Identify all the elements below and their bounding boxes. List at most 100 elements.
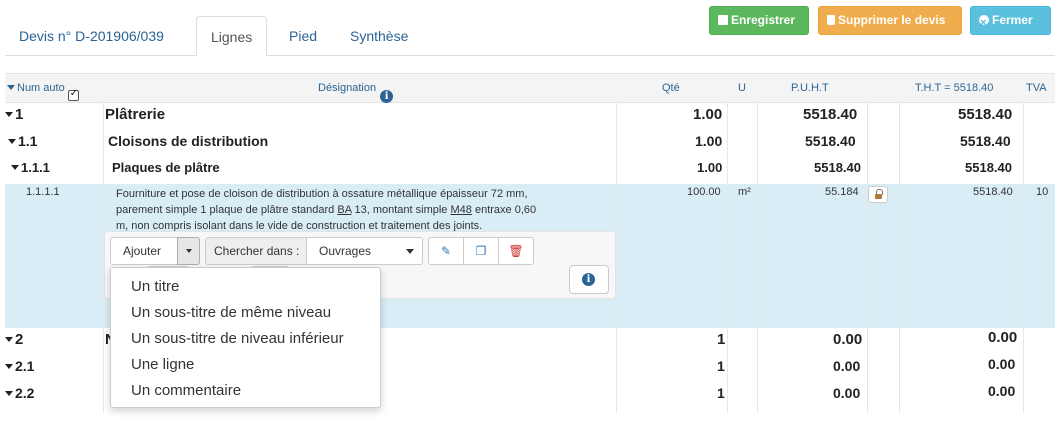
- table-row[interactable]: 1.1.1 Plaques de plâtre 1.00 5518.40 551…: [5, 158, 1055, 184]
- search-in-label: Chercher dans :: [205, 237, 307, 265]
- close-button-label: Fermer: [992, 13, 1033, 27]
- row-number[interactable]: 1.1.1: [11, 160, 50, 175]
- row-puht: 55.184: [825, 186, 859, 198]
- header-unit: U: [738, 82, 746, 94]
- row-tht: 5518.40: [965, 160, 1012, 175]
- sort-down-icon: [7, 85, 15, 90]
- row-number: 1.1.1.1: [26, 186, 60, 198]
- row-description[interactable]: Fourniture et pose de cloison de distrib…: [116, 186, 616, 234]
- row-qty: 1: [717, 331, 726, 348]
- row-number-label: 2.2: [15, 385, 35, 401]
- row-label: Cloisons de distribution: [108, 133, 269, 149]
- row-number[interactable]: 1.1: [8, 133, 37, 149]
- add-button[interactable]: Ajouter: [110, 237, 178, 265]
- row-number-label: 1.1.1: [21, 160, 50, 175]
- pencil-icon: ✎: [440, 244, 452, 258]
- row-qty: 1: [717, 385, 725, 401]
- copy-icon: ❐: [475, 244, 487, 258]
- row-number[interactable]: 2.2: [5, 385, 34, 401]
- description-text: parement simple 1 plaque de plâtre stand…: [116, 204, 338, 216]
- row-qty: 1.00: [693, 106, 723, 123]
- copy-button[interactable]: ❐: [463, 237, 499, 265]
- row-tht: 5518.40: [960, 133, 1011, 149]
- tab-lignes[interactable]: Lignes: [196, 16, 268, 57]
- row-number-label: 2: [15, 331, 24, 348]
- row-tva: 10: [1036, 186, 1049, 198]
- row-number-label: 1: [15, 106, 24, 123]
- close-circle-icon: [979, 10, 989, 37]
- menu-item-subtitle-same-level[interactable]: Un sous-titre de même niveau: [111, 300, 380, 326]
- save-button-label: Enregistrer: [731, 13, 796, 27]
- row-puht: 0.00: [833, 358, 861, 374]
- add-dropdown-menu: Un titre Un sous-titre de même niveau Un…: [110, 267, 381, 408]
- row-number-label: 2.1: [15, 358, 35, 374]
- row-tht: 0.00: [988, 329, 1018, 346]
- row-tht: 5518.40: [958, 106, 1013, 123]
- collapse-icon: [5, 364, 13, 369]
- row-number[interactable]: 1: [5, 106, 23, 123]
- table-header: Num auto Désignationi Qté U P.U.H.T T.H.…: [5, 73, 1055, 103]
- delete-quote-button[interactable]: Supprimer le devis: [818, 6, 962, 35]
- info-button[interactable]: i: [569, 265, 609, 294]
- row-puht: 0.00: [833, 331, 863, 348]
- info-icon: i: [582, 273, 595, 286]
- floppy-icon: [718, 15, 728, 25]
- header-puht: P.U.H.T: [791, 82, 829, 94]
- close-button[interactable]: Fermer: [970, 6, 1051, 37]
- menu-item-title[interactable]: Un titre: [111, 274, 380, 300]
- table-row[interactable]: 1 Plâtrerie 1.00 5518.40 5518.40: [5, 104, 1055, 130]
- row-puht: 5518.40: [803, 106, 858, 123]
- add-dropdown-toggle[interactable]: [177, 237, 200, 265]
- row-puht: 0.00: [833, 385, 861, 401]
- row-tht: 0.00: [988, 383, 1016, 399]
- edit-button[interactable]: ✎: [428, 237, 464, 265]
- info-icon[interactable]: i: [380, 90, 394, 103]
- collapse-icon: [5, 337, 13, 342]
- header-qty: Qté: [662, 82, 680, 94]
- collapse-icon: [11, 165, 19, 170]
- description-line: parement simple 1 plaque de plâtre stand…: [116, 202, 616, 218]
- row-tht: 5518.40: [973, 186, 1013, 198]
- row-qty: 1.00: [697, 160, 723, 175]
- collapse-icon: [5, 112, 13, 117]
- trash-icon: 🗑: [508, 244, 524, 258]
- collapse-icon: [5, 391, 13, 396]
- header-designation-label: Désignation: [318, 82, 377, 94]
- menu-item-comment[interactable]: Un commentaire: [111, 378, 380, 404]
- row-number[interactable]: 2: [5, 331, 23, 348]
- row-puht: 5518.40: [814, 160, 861, 175]
- auto-number-checkbox[interactable]: [67, 88, 79, 101]
- header-designation: Désignationi: [318, 82, 394, 103]
- row-number-label: 1.1: [18, 133, 38, 149]
- row-number[interactable]: 2.1: [5, 358, 34, 374]
- delete-button-label: Supprimer le devis: [838, 13, 946, 27]
- row-puht: 5518.40: [805, 133, 856, 149]
- collapse-icon: [8, 139, 16, 144]
- tab-synthese[interactable]: Synthèse: [336, 16, 422, 56]
- row-tht: 0.00: [988, 356, 1016, 372]
- description-link: BA: [337, 204, 352, 216]
- search-in-select[interactable]: Ouvrages: [306, 237, 423, 265]
- search-in-value: Ouvrages: [319, 244, 372, 258]
- row-qty: 1: [717, 358, 725, 374]
- tab-devis[interactable]: Devis n° D-201906/039: [5, 16, 178, 56]
- description-text: entraxe 0,60: [471, 204, 537, 216]
- row-label: Plâtrerie: [105, 106, 166, 123]
- delete-line-button[interactable]: 🗑: [498, 237, 534, 265]
- header-tht: T.H.T = 5518.40: [915, 82, 994, 94]
- menu-item-line[interactable]: Une ligne: [111, 352, 380, 378]
- row-unit: m²: [738, 186, 751, 198]
- row-label: Plaques de plâtre: [112, 160, 220, 175]
- row-qty: 1.00: [695, 133, 723, 149]
- description-link: M48: [450, 204, 472, 216]
- trash-icon: [827, 15, 835, 25]
- menu-item-subtitle-lower-level[interactable]: Un sous-titre de niveau inférieur: [111, 326, 380, 352]
- header-num[interactable]: Num auto: [7, 82, 79, 101]
- tab-pied[interactable]: Pied: [275, 16, 331, 56]
- table-row[interactable]: 1.1 Cloisons de distribution 1.00 5518.4…: [5, 131, 1055, 157]
- lock-icon[interactable]: [868, 186, 888, 203]
- save-button[interactable]: Enregistrer: [709, 6, 809, 35]
- row-qty: 100.00: [687, 186, 721, 198]
- header-num-label: Num auto: [17, 82, 65, 94]
- header-tva: TVA: [1026, 82, 1047, 94]
